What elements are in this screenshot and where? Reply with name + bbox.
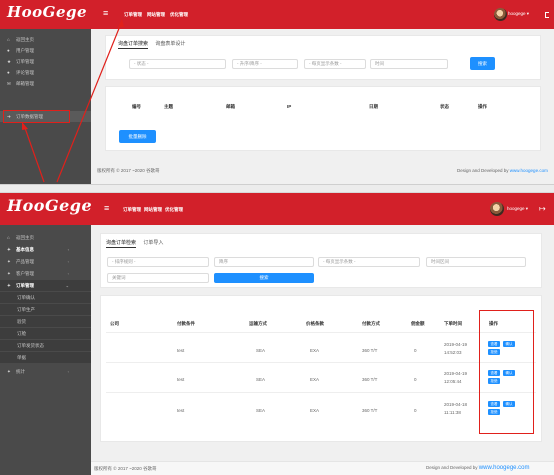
menu-toggle-icon-2[interactable]: ≡ <box>104 204 109 213</box>
cell-commission: 0 <box>414 408 417 413</box>
avatar-2[interactable] <box>490 202 504 216</box>
cell-shipping: SEA <box>256 348 266 353</box>
cell-price-terms: EXA <box>310 377 320 382</box>
col-commission-2: 佣金额 <box>411 321 425 326</box>
home-icon: ⌂ <box>7 235 10 240</box>
col-shipping-2: 运输方式 <box>249 321 267 326</box>
tabs-2: 询盘订单检索 订单导入 <box>106 239 163 248</box>
sidebar-subitem-documents-2[interactable]: 单据 <box>0 352 91 363</box>
chevron-left-icon: ‹ <box>67 271 69 276</box>
pin-icon: ✦ <box>7 369 11 374</box>
col-order-date-2: 下单时间 <box>444 321 462 326</box>
tab-order-search-2[interactable]: 询盘订单检索 <box>106 240 137 248</box>
cell-order-date: 2019-04-19 <box>444 371 468 376</box>
annotation-arrowhead-topnav <box>118 19 124 27</box>
sidebar-item-orders-2[interactable]: ✦ 订单管理 ⌄ <box>0 280 91 291</box>
cell-shipping: SEA <box>256 408 266 413</box>
sidebar-item-customers-2[interactable]: ✦ 客户管理 ‹ <box>0 268 91 279</box>
cell-order-time: 11:11:38 <box>444 410 461 415</box>
tab-order-import-2[interactable]: 订单导入 <box>143 240 163 246</box>
user-icon: ✦ <box>7 271 11 276</box>
col-payment-method-2: 付款方式 <box>362 321 380 326</box>
topnav-website-2[interactable]: 网站管理 <box>144 207 162 213</box>
chevron-down-icon: ⌄ <box>65 283 69 288</box>
logout-icon-2[interactable]: ↦ <box>539 204 546 213</box>
date-range-input-2[interactable]: 时间区间 <box>426 257 526 267</box>
cell-order-date: 2019-04-18 <box>444 402 468 407</box>
row-divider <box>106 392 536 393</box>
chevron-left-icon: ‹ <box>67 259 69 264</box>
sidebar-item-products-2[interactable]: ✦ 产品管理 ‹ <box>0 256 91 267</box>
cell-price-terms: EXA <box>310 408 320 413</box>
username-2[interactable]: hoogege ▾ <box>507 206 528 212</box>
cell-payment-method: 360 T/T <box>362 377 378 382</box>
footer-link-2[interactable]: www.hoogege.com <box>479 465 530 471</box>
cell-commission: 0 <box>414 348 417 353</box>
cell-price-terms: EXA <box>310 348 320 353</box>
top-bar-2: HooGege ≡ 订单管理 网站管理 优化管理 hoogege ▾ ↦ <box>0 193 554 225</box>
chevron-left-icon: ‹ <box>67 247 69 252</box>
gear-icon: ✦ <box>7 259 11 264</box>
cell-payment-method: 360 T/T <box>362 408 378 413</box>
topnav-seo-2[interactable]: 优化管理 <box>165 207 183 213</box>
cell-payment-terms: test <box>177 408 185 413</box>
col-payment-terms-2: 付款条件 <box>177 321 195 326</box>
sidebar-subitem-production-2[interactable]: 订单生产 <box>0 304 91 315</box>
sidebar-item-basic-info-2[interactable]: ✦ 基本信息 ‹ <box>0 244 91 255</box>
pin-icon: ✦ <box>7 283 11 288</box>
footer-credit-2: Design and Developed by www.hoogege.com <box>426 465 530 471</box>
sidebar-subitem-inspection-2[interactable]: 验货 <box>0 316 91 327</box>
sidebar-subitem-booking-2[interactable]: 订舱 <box>0 328 91 339</box>
cell-order-date: 2019-04-19 <box>444 342 468 347</box>
highlight-box-actions-2 <box>479 310 534 434</box>
col-price-terms-2: 价格条款 <box>306 321 324 326</box>
topnav-orders-2[interactable]: 订单管理 <box>123 207 141 213</box>
cell-payment-terms: test <box>177 377 185 382</box>
row-divider <box>106 362 536 363</box>
sidebar-item-stats-2[interactable]: ✦ 统计 ‹ <box>0 366 91 377</box>
logo-2: HooGege <box>7 196 93 215</box>
annotation-arrow-topnav <box>56 25 121 183</box>
sort-rule-select-2[interactable]: - 排序规则 - <box>107 257 209 267</box>
sidebar-subitem-shipping-status-2[interactable]: 订单发货状态 <box>0 340 91 351</box>
keyword-input-2[interactable]: 关键词 <box>107 273 209 283</box>
cell-payment-terms: test <box>177 348 185 353</box>
cell-commission: 0 <box>414 377 417 382</box>
search-button-2[interactable]: 搜索 <box>214 273 314 283</box>
cell-order-time: 14:52:03 <box>444 350 462 355</box>
cell-order-time: 12:05:44 <box>444 379 462 384</box>
page-size-select-2[interactable]: - 每页显示条数 - <box>318 257 420 267</box>
chevron-left-icon: ‹ <box>67 369 69 374</box>
table-header-divider-2 <box>106 332 536 333</box>
sort-order-select-2[interactable]: 降序 <box>214 257 314 267</box>
pin-icon: ✦ <box>7 247 11 252</box>
cell-shipping: SEA <box>256 377 266 382</box>
table-panel-2 <box>100 295 542 442</box>
browser-chrome-strip <box>0 184 554 193</box>
col-company-2: 公司 <box>110 321 119 326</box>
cell-payment-method: 360 T/T <box>362 348 378 353</box>
annotation-arrow-sidebar <box>24 127 45 183</box>
footer-copyright-2: 版权所有 © 2017 ~2020 谷歌哥 <box>94 466 157 471</box>
sidebar-subitem-confirm-2[interactable]: 订单确认 <box>0 292 91 303</box>
sidebar-item-home-2[interactable]: ⌂ 返回主页 <box>0 232 91 243</box>
annotation-arrowhead-sidebar <box>22 122 28 130</box>
